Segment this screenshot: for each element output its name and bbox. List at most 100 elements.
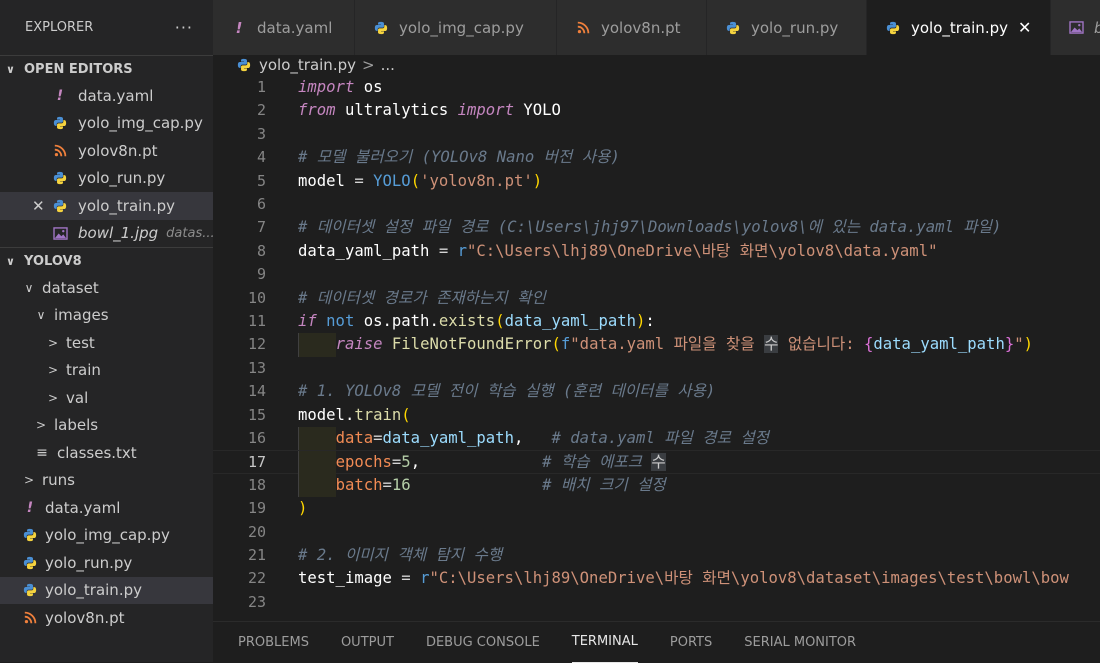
- python-icon: [22, 556, 38, 570]
- code-line[interactable]: 18 batch=16 # 배치 크기 설정: [213, 473, 1100, 498]
- tab-label: bowl: [1094, 19, 1100, 37]
- open-editor-item[interactable]: bowl_1.jpg datas...: [0, 220, 213, 248]
- code-line[interactable]: 16 data=data_yaml_path, # data.yaml 파일 경…: [213, 427, 1100, 451]
- line-number: 10: [247, 288, 266, 307]
- tree-folder[interactable]: > train: [0, 357, 213, 385]
- project-header[interactable]: ∨ YOLOV8: [0, 247, 213, 274]
- code-line[interactable]: 15 model.train(: [213, 404, 1100, 427]
- code-text: from ultralytics import YOLO: [298, 99, 561, 122]
- code-text: # 데이터셋 설정 파일 경로 (C:\Users\jhj97\Download…: [298, 216, 1001, 239]
- tree-file[interactable]: yolo_run.py: [0, 549, 213, 577]
- code-line[interactable]: 5 model = YOLO('yolov8n.pt'): [213, 170, 1100, 193]
- image-icon: [52, 226, 68, 240]
- code-token: r: [457, 241, 467, 260]
- tree-folder[interactable]: > test: [0, 329, 213, 357]
- breadcrumb-symbol[interactable]: ...: [381, 56, 395, 74]
- close-icon[interactable]: ✕: [32, 197, 48, 215]
- code-line[interactable]: 6: [213, 193, 1100, 216]
- code-token: =: [391, 453, 402, 472]
- tree-file[interactable]: yolo_train.py: [0, 576, 213, 604]
- code-token: (: [410, 171, 421, 190]
- code-token: 수: [764, 335, 779, 354]
- tree-label: yolov8n.pt: [45, 608, 125, 627]
- tab-bowl[interactable]: bowl: [1051, 0, 1100, 55]
- rss-icon: [22, 611, 38, 624]
- open-editor-item[interactable]: yolov8n.pt: [0, 137, 213, 165]
- code-text: epochs=5, # 학습 에포크 수: [298, 451, 666, 474]
- tree-folder[interactable]: > labels: [0, 412, 213, 440]
- tree-file[interactable]: ! data.yaml: [0, 494, 213, 522]
- tree-file[interactable]: ≡ classes.txt: [0, 439, 213, 467]
- breadcrumb-file[interactable]: yolo_train.py: [259, 56, 356, 74]
- panel-tab-output[interactable]: OUTPUT: [341, 622, 394, 663]
- line-number: 11: [247, 312, 266, 330]
- list-icon: ≡: [36, 444, 48, 461]
- tab-yolov8n-pt[interactable]: yolov8n.pt: [557, 0, 707, 55]
- code-line[interactable]: 20: [213, 521, 1100, 544]
- tab-label: yolov8n.pt: [601, 18, 681, 37]
- tab-yolo-run-py[interactable]: yolo_run.py: [707, 0, 867, 55]
- tree-folder[interactable]: ∨ images: [0, 302, 213, 330]
- code-line[interactable]: 13: [213, 357, 1100, 380]
- code-token: # 1. YOLOv8 모델 전이 학습 실행 (훈련 데이터를 사용): [298, 382, 716, 401]
- code-line[interactable]: 11 if not os.path.exists(data_yaml_path):: [213, 310, 1100, 333]
- open-editor-item[interactable]: yolo_run.py: [0, 165, 213, 193]
- code-token: # 모델 불러오기 (YOLOv8 Nano 버전 사용): [298, 148, 620, 167]
- tree-file[interactable]: yolov8n.pt: [0, 604, 213, 632]
- panel-tab-ports[interactable]: PORTS: [670, 622, 712, 663]
- tree-folder[interactable]: > val: [0, 384, 213, 412]
- code-token: # 데이터셋 설정 파일 경로 (C:\Users\jhj97\Download…: [298, 218, 1002, 237]
- panel-tab-serial-monitor[interactable]: SERIAL MONITOR: [744, 622, 856, 663]
- explorer-title: EXPLORER: [25, 20, 94, 35]
- project-title: YOLOV8: [24, 253, 82, 269]
- code-line[interactable]: 4 # 모델 불러오기 (YOLOv8 Nano 버전 사용): [213, 146, 1100, 169]
- panel-tab-debug-console[interactable]: DEBUG CONSOLE: [426, 622, 540, 663]
- code-token: os: [354, 78, 383, 96]
- code-line[interactable]: 1 import os: [213, 76, 1100, 99]
- line-number: 20: [247, 522, 266, 541]
- code-token: :: [645, 312, 655, 330]
- close-icon[interactable]: ✕: [1018, 18, 1031, 37]
- panel-tab-problems[interactable]: PROBLEMS: [238, 622, 309, 663]
- tree-file[interactable]: yolo_img_cap.py: [0, 522, 213, 550]
- panel-tab-terminal[interactable]: TERMINAL: [571, 622, 638, 663]
- code-token: model: [298, 171, 355, 190]
- breadcrumb: yolo_train.py > ...: [213, 55, 1100, 75]
- tab-data-yaml[interactable]: ! data.yaml: [213, 0, 355, 55]
- tab-yolo-train-py[interactable]: yolo_train.py ✕: [867, 0, 1051, 55]
- python-icon: [885, 21, 901, 35]
- code-line[interactable]: 7 # 데이터셋 설정 파일 경로 (C:\Users\jhj97\Downloa…: [213, 216, 1100, 239]
- tab-yolo-img-cap-py[interactable]: yolo_img_cap.py: [355, 0, 557, 55]
- code-line[interactable]: 23: [213, 591, 1100, 614]
- more-actions-icon[interactable]: ···: [175, 18, 193, 37]
- code-line[interactable]: 22 test_image = r"C:\Users\lhj89\OneDrive…: [213, 567, 1100, 590]
- open-editor-item[interactable]: ! data.yaml: [0, 82, 213, 110]
- code-line[interactable]: 2 from ultralytics import YOLO: [213, 99, 1100, 122]
- code-line[interactable]: 12 raise FileNotFoundError(f"data.yaml 파…: [213, 333, 1100, 357]
- open-editor-item[interactable]: yolo_img_cap.py: [0, 110, 213, 138]
- tree-folder[interactable]: ∨ dataset: [0, 274, 213, 302]
- code-line[interactable]: 17 epochs=5, # 학습 에포크 수: [213, 450, 1100, 475]
- code-line[interactable]: 10 # 데이터셋 경로가 존재하는지 확인: [213, 287, 1100, 310]
- code-line[interactable]: 8 data_yaml_path = r"C:\Users\lhj89\OneDr…: [213, 240, 1100, 263]
- code-line[interactable]: 21 # 2. 이미지 객체 탐지 수행: [213, 544, 1100, 567]
- code-editor[interactable]: 1 import os 2 from ultralytics import YOLO 3…: [213, 76, 1100, 621]
- open-editor-item[interactable]: ✕ yolo_train.py: [0, 192, 213, 220]
- code-line[interactable]: 3: [213, 123, 1100, 146]
- code-line[interactable]: 14 # 1. YOLOv8 모델 전이 학습 실행 (훈련 데이터를 사용): [213, 380, 1100, 403]
- editor-tabs: ! data.yaml yolo_img_cap.py yolov8n.pt yolo_…: [213, 0, 1100, 55]
- code-line[interactable]: 9: [213, 263, 1100, 286]
- tree-folder[interactable]: > runs: [0, 467, 213, 495]
- tree-label: yolo_img_cap.py: [45, 526, 170, 545]
- code-text: ): [298, 497, 307, 520]
- code-token: # 2. 이미지 객체 탐지 수행: [298, 546, 503, 564]
- chevron-right-icon: >: [35, 418, 47, 433]
- line-number: 16: [247, 429, 266, 447]
- chevron-down-icon: ∨: [6, 254, 15, 268]
- line-number: 3: [256, 124, 266, 143]
- open-editors-header[interactable]: ∨ OPEN EDITORS: [0, 55, 213, 82]
- code-line[interactable]: 19): [213, 497, 1100, 520]
- code-token: ): [532, 171, 543, 190]
- code-text: # 1. YOLOv8 모델 전이 학습 실행 (훈련 데이터를 사용): [298, 380, 715, 403]
- code-token: exists: [438, 312, 496, 330]
